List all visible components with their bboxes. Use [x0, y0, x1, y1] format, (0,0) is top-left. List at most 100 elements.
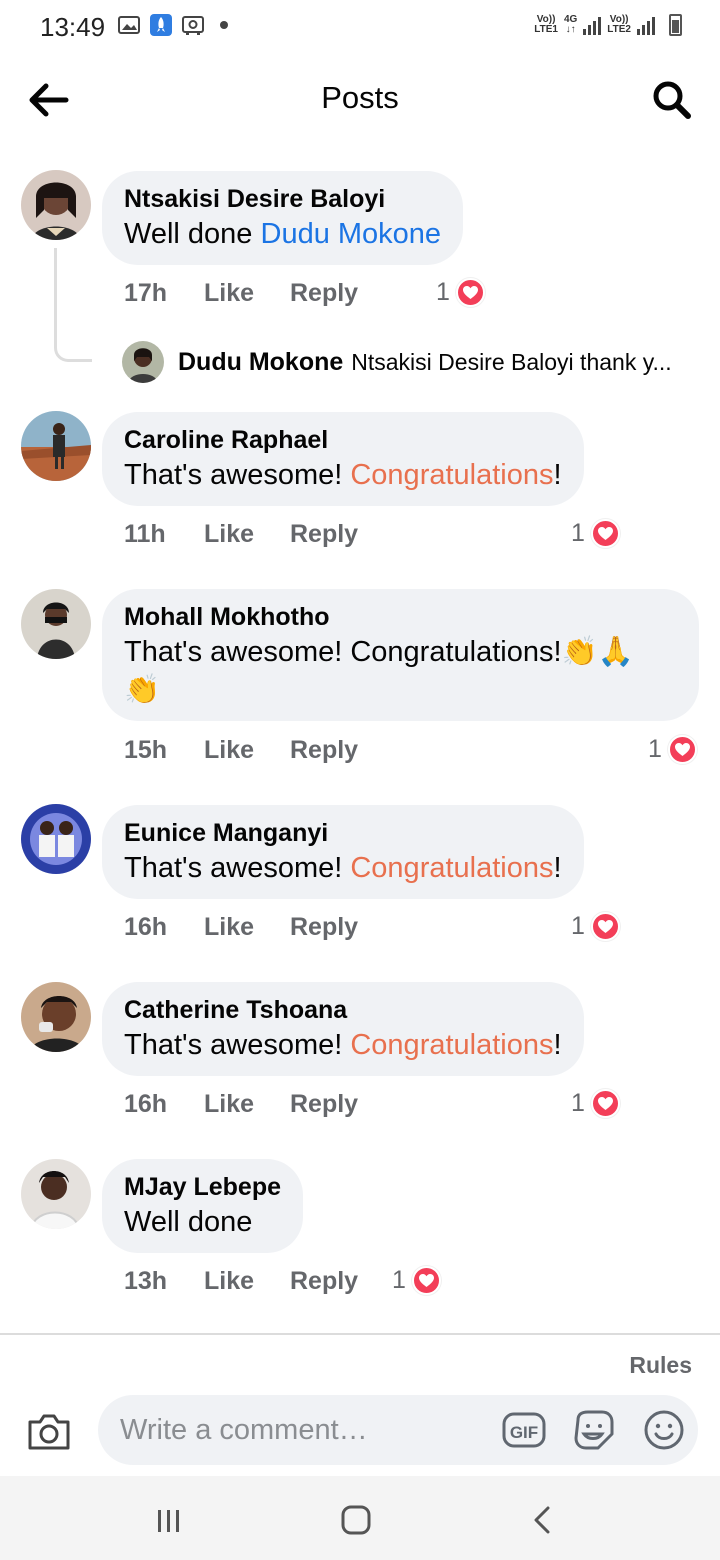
- home-icon[interactable]: [340, 1504, 372, 1536]
- comment-actions: 13h Like Reply: [124, 1267, 358, 1296]
- svg-text:GIF: GIF: [510, 1423, 538, 1442]
- like-button[interactable]: Like: [204, 736, 290, 765]
- system-navigation-bar: [0, 1476, 720, 1560]
- signal-bars-1-icon: [583, 15, 602, 35]
- heart-icon: [590, 519, 620, 548]
- reply-preview[interactable]: Dudu Mokone Ntsakisi Desire Baloyi thank…: [122, 340, 702, 384]
- battery-icon: [669, 14, 682, 36]
- reply-author-name[interactable]: Dudu Mokone: [178, 348, 343, 377]
- commenter-name[interactable]: Mohall Mokhotho: [124, 601, 677, 633]
- comment-text: That's awesome! Congratulations!: [124, 1029, 562, 1061]
- reaction-count[interactable]: 1: [571, 912, 620, 941]
- page-title: Posts: [321, 80, 399, 115]
- more-notifications-dot: [220, 21, 228, 29]
- camera-icon[interactable]: [26, 1412, 72, 1452]
- comment-bubble[interactable]: Eunice Manganyi That's awesome! Congratu…: [102, 805, 584, 899]
- comment-text: That's awesome! Congratulations!: [124, 459, 562, 491]
- emoji-icon[interactable]: [642, 1408, 686, 1452]
- status-right: Vo)) LTE1 4G ↓↑ Vo)) LTE2: [534, 14, 682, 36]
- comment-actions: 15h Like Reply: [124, 736, 358, 765]
- heart-icon: [590, 912, 620, 941]
- commenter-name[interactable]: Catherine Tshoana: [124, 994, 562, 1026]
- comment-text-line2: 👏: [124, 674, 161, 706]
- comment-input[interactable]: [120, 1395, 500, 1465]
- heart-icon: [590, 1089, 620, 1118]
- gallery-icon: [118, 16, 140, 34]
- reply-button[interactable]: Reply: [290, 736, 358, 765]
- reply-avatar: [122, 341, 164, 383]
- comment-actions: 17h Like Reply: [124, 279, 358, 308]
- comment-actions: 16h Like Reply: [124, 1090, 358, 1119]
- hashtag-link[interactable]: Congratulations: [350, 459, 553, 491]
- like-button[interactable]: Like: [204, 279, 290, 308]
- hashtag-link[interactable]: Congratulations: [350, 852, 553, 884]
- like-button[interactable]: Like: [204, 520, 290, 549]
- reply-button[interactable]: Reply: [290, 520, 358, 549]
- reaction-count[interactable]: 1: [571, 519, 620, 548]
- sim1-label: Vo)) LTE1: [534, 14, 558, 35]
- rules-link[interactable]: Rules: [629, 1352, 692, 1379]
- reply-button[interactable]: Reply: [290, 913, 358, 942]
- sim2-label: Vo)) LTE2: [607, 14, 631, 35]
- composer-divider: [0, 1333, 720, 1335]
- hashtag-link[interactable]: Congratulations: [350, 1029, 553, 1061]
- comment-bubble[interactable]: Ntsakisi Desire Baloyi Well done Dudu Mo…: [102, 171, 464, 265]
- comment-text: That's awesome! Congratulations!👏🙏: [124, 636, 634, 668]
- commenter-name[interactable]: Ntsakisi Desire Baloyi: [124, 183, 441, 215]
- commenter-name[interactable]: MJay Lebepe: [124, 1171, 281, 1203]
- comment-bubble[interactable]: Caroline Raphael That's awesome! Congrat…: [102, 412, 584, 506]
- mention-link[interactable]: Dudu Mokone: [261, 218, 442, 250]
- reply-text: Ntsakisi Desire Baloyi thank y...: [351, 348, 672, 375]
- recents-icon[interactable]: [152, 1506, 186, 1536]
- commenter-name[interactable]: Caroline Raphael: [124, 424, 562, 456]
- avatar[interactable]: [21, 411, 91, 481]
- status-bar: 13:49 Vo)) LTE1 4G ↓↑ Vo)) LTE2: [0, 0, 720, 56]
- reply-button[interactable]: Reply: [290, 1267, 358, 1296]
- comment-text: Well done: [124, 1206, 253, 1238]
- app-header: Posts: [0, 60, 720, 140]
- vault-icon: [182, 16, 204, 35]
- reaction-count[interactable]: 1: [648, 735, 697, 764]
- comment-bubble[interactable]: MJay Lebepe Well done: [102, 1159, 304, 1253]
- reaction-count[interactable]: 1: [571, 1089, 620, 1118]
- comment-bubble[interactable]: Mohall Mokhotho That's awesome! Congratu…: [102, 589, 699, 721]
- commenter-name[interactable]: Eunice Manganyi: [124, 817, 562, 849]
- signal-bars-2-icon: [637, 15, 655, 35]
- comment-composer: GIF: [98, 1395, 698, 1465]
- comment-bubble[interactable]: Catherine Tshoana That's awesome! Congra…: [102, 982, 584, 1076]
- status-time: 13:49: [40, 12, 106, 42]
- heart-icon: [455, 278, 485, 307]
- avatar[interactable]: [21, 1159, 91, 1229]
- avatar[interactable]: [21, 589, 91, 659]
- heart-icon: [411, 1266, 441, 1295]
- like-button[interactable]: Like: [204, 913, 290, 942]
- reply-button[interactable]: Reply: [290, 279, 358, 308]
- comment-time: 15h: [124, 736, 168, 764]
- comment-text: Well done Dudu Mokone: [124, 218, 442, 250]
- comment-time: 17h: [124, 279, 168, 307]
- comment-actions: 16h Like Reply: [124, 913, 358, 942]
- reply-thread-line: [54, 248, 92, 362]
- avatar[interactable]: [21, 170, 91, 240]
- comment-time: 16h: [124, 1090, 168, 1118]
- search-icon[interactable]: [650, 78, 694, 122]
- reply-button[interactable]: Reply: [290, 1090, 358, 1119]
- avatar[interactable]: [21, 982, 91, 1052]
- notification-icons: [118, 14, 228, 36]
- network-type: 4G ↓↑: [563, 14, 578, 35]
- comment-text: That's awesome! Congratulations!: [124, 852, 562, 884]
- like-button[interactable]: Like: [204, 1090, 290, 1119]
- nav-back-icon[interactable]: [528, 1504, 560, 1536]
- comment-time: 16h: [124, 913, 168, 941]
- like-button[interactable]: Like: [204, 1267, 290, 1296]
- reaction-count[interactable]: 1: [392, 1266, 441, 1295]
- rocket-icon: [150, 14, 172, 36]
- avatar[interactable]: [21, 804, 91, 874]
- comment-actions: 11h Like Reply: [124, 520, 358, 549]
- sticker-icon[interactable]: [572, 1408, 616, 1452]
- reaction-count[interactable]: 1: [436, 278, 485, 307]
- heart-icon: [667, 735, 697, 764]
- gif-icon[interactable]: GIF: [502, 1410, 546, 1450]
- comment-time: 13h: [124, 1267, 168, 1295]
- comment-time: 11h: [124, 520, 166, 548]
